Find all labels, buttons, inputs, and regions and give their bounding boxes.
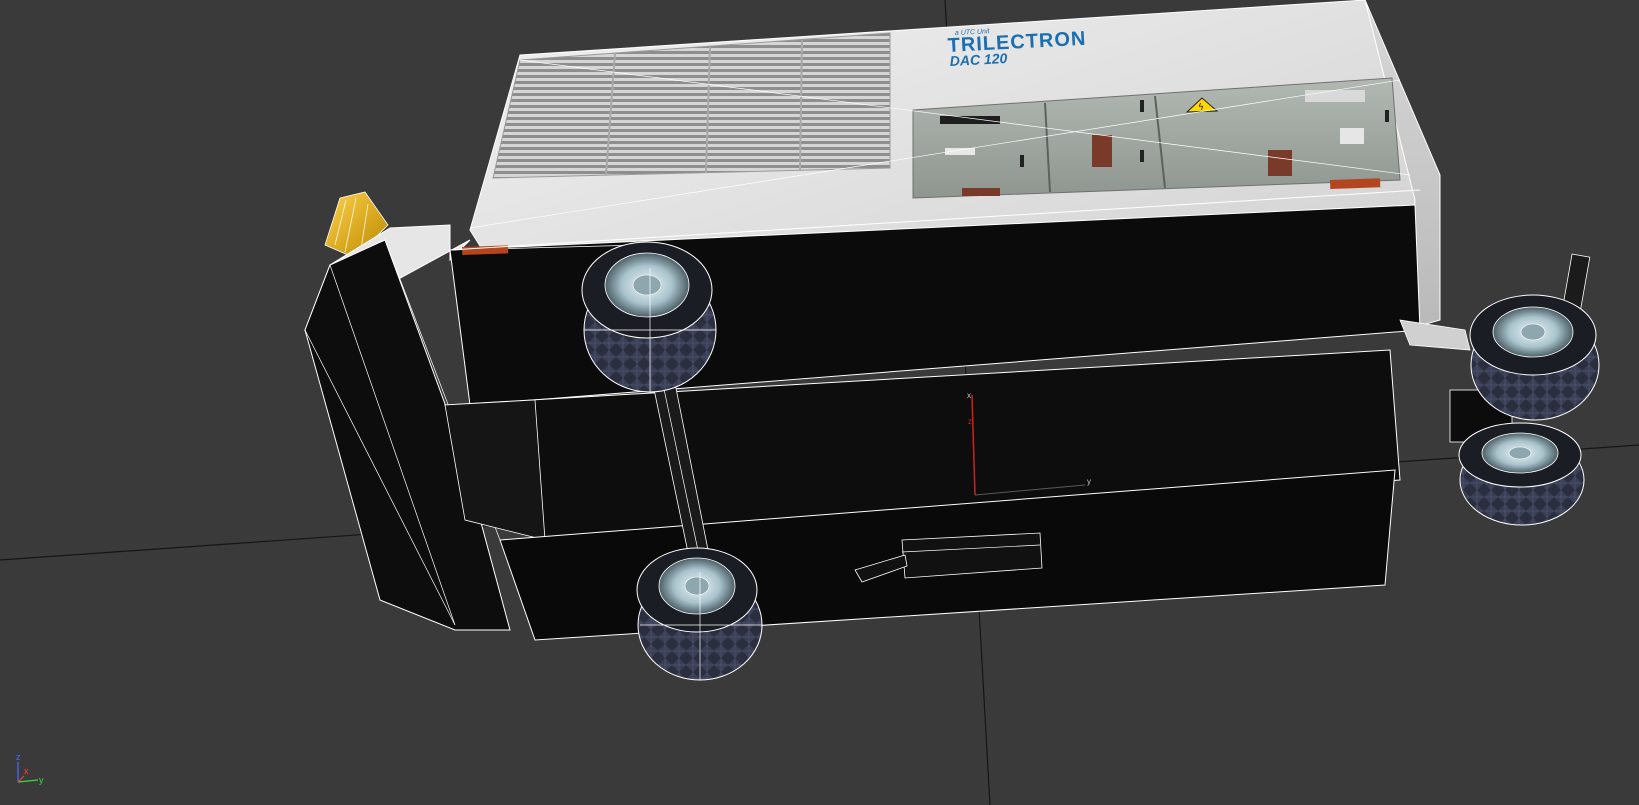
warning-sticker xyxy=(1268,150,1292,176)
view-axis-x-label: x xyxy=(24,766,29,776)
wheel-front-right xyxy=(636,547,763,681)
view-axis-tripod: z y x xyxy=(16,752,44,785)
model-name: DAC 120 xyxy=(949,50,1008,69)
panel-info-plate xyxy=(1305,90,1365,102)
gizmo-x-label: x xyxy=(967,391,971,400)
reflector-right xyxy=(1329,178,1381,189)
wheel-rear-bottom xyxy=(1458,422,1585,526)
wheel-front-left xyxy=(581,241,717,393)
panel-info-plate xyxy=(1340,128,1364,144)
warning-sticker xyxy=(1092,135,1112,167)
gizmo-y-label: y xyxy=(1087,477,1091,486)
warning-sticker xyxy=(962,188,1000,196)
view-axis-z-label: z xyxy=(16,752,21,762)
view-axis-y-label: y xyxy=(39,775,44,785)
gizmo-z-label: z xyxy=(968,417,972,426)
ground-power-unit-model[interactable]: a UTC Unit TRILECTRON DAC 120 ϟ xyxy=(304,0,1600,681)
view-axis-y xyxy=(17,779,39,783)
panel-slot xyxy=(940,116,1000,124)
wheel-rear-top xyxy=(1469,294,1600,421)
scene-canvas[interactable]: a UTC Unit TRILECTRON DAC 120 ϟ x y z z … xyxy=(0,0,1639,805)
rear-connector xyxy=(1399,319,1471,351)
3d-viewport[interactable]: a UTC Unit TRILECTRON DAC 120 ϟ x y z z … xyxy=(0,0,1639,805)
